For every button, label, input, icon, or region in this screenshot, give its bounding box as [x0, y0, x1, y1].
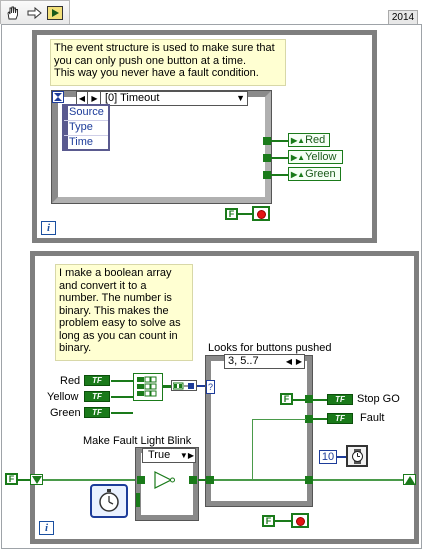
stopwatch-icon: [99, 489, 119, 512]
main-loop-iteration-terminal: i: [39, 521, 54, 535]
not-gate-icon: [154, 471, 175, 489]
event-field-time: Time: [69, 136, 94, 148]
blink-case-selector[interactable]: True ▼▶: [142, 448, 196, 463]
wait-ms-constant[interactable]: 10: [319, 450, 337, 464]
case-output-tunnel: [305, 476, 313, 484]
case-label: Looks for buttons pushed: [208, 342, 332, 354]
tunnel-yellow: [263, 154, 271, 162]
shift-register-init-constant[interactable]: F: [5, 473, 18, 485]
build-array-node[interactable]: [133, 373, 163, 401]
event-case-label: [0] Timeout: [105, 92, 160, 104]
blink-input-tunnel: [137, 476, 145, 484]
blink-case-label: Make Fault Light Blink: [83, 435, 192, 447]
case-false-constant[interactable]: F: [280, 393, 293, 405]
blink-output-tunnel: [189, 476, 197, 484]
main-stop-constant[interactable]: F: [262, 515, 275, 527]
boolean-array-to-number-node[interactable]: [171, 380, 197, 391]
build-array-icon: [137, 376, 157, 397]
not-gate-node[interactable]: [153, 469, 175, 491]
local-var-red[interactable]: ▶▲Red: [288, 133, 330, 147]
case-next-icon[interactable]: ▶: [296, 355, 302, 368]
run-arrow-icon[interactable]: [47, 6, 63, 20]
blink-case-arrows-icon[interactable]: ▼▶: [180, 449, 194, 462]
loop-iteration-terminal: i: [41, 221, 56, 235]
fault-indicator[interactable]: TF: [327, 413, 353, 424]
version-tab: 2014: [388, 10, 418, 25]
down-triangle-icon: [32, 476, 42, 484]
input-label-green: Green: [50, 407, 81, 419]
yellow-button-terminal[interactable]: TF: [84, 391, 110, 402]
fault-label: Fault: [360, 412, 385, 424]
main-stop-icon: [296, 517, 305, 526]
timeout-hourglass-icon: [52, 91, 64, 103]
buttons-case-value: 3, 5..7: [228, 355, 259, 367]
event-comment: The event structure is used to make sure…: [50, 39, 286, 86]
buttons-case-selector[interactable]: 3, 5..7 ◀ ▶: [224, 354, 305, 369]
tunnel-red: [263, 137, 271, 145]
event-stop-constant[interactable]: F: [225, 208, 238, 220]
event-data-node: Source Type Time: [62, 104, 110, 151]
blink-case-value: True: [148, 449, 171, 461]
case-input-tunnel: [206, 476, 214, 484]
input-label-red: Red: [60, 375, 81, 387]
stop-go-label: Stop GO: [357, 393, 400, 405]
wristwatch-icon: [352, 449, 363, 464]
case-prev-icon[interactable]: ◀: [286, 355, 292, 368]
fault-tunnel: [305, 415, 313, 423]
stop-go-indicator[interactable]: TF: [327, 394, 353, 405]
toolbar: [0, 0, 70, 24]
elapsed-time-node[interactable]: [90, 484, 128, 518]
arrow-icon[interactable]: [27, 6, 43, 20]
local-var-yellow[interactable]: ▶▲Yellow: [288, 150, 343, 164]
shift-register-right[interactable]: [403, 474, 416, 485]
array-to-number-icon: [173, 382, 194, 390]
stop-icon: [257, 210, 266, 219]
tunnel-green: [263, 171, 271, 179]
buttons-case-structure[interactable]: [205, 355, 313, 507]
hand-tool-icon[interactable]: [5, 6, 21, 20]
shift-register-left[interactable]: [30, 474, 43, 485]
event-field-source: Source: [64, 106, 108, 121]
case-dropdown-icon[interactable]: ▼: [236, 92, 245, 105]
green-button-terminal[interactable]: TF: [84, 407, 110, 418]
local-var-green[interactable]: ▶▲Green: [288, 167, 341, 181]
case-selector-terminal[interactable]: ?: [206, 380, 215, 394]
stop-go-tunnel: [305, 395, 313, 403]
main-loop-stop-terminal[interactable]: [291, 513, 309, 528]
event-loop-stop-terminal[interactable]: [252, 206, 270, 221]
wait-ms-node[interactable]: [346, 445, 368, 467]
red-button-terminal[interactable]: TF: [84, 375, 110, 386]
main-comment: I make a boolean array and convert it to…: [55, 264, 193, 361]
input-label-yellow: Yellow: [47, 391, 79, 403]
event-field-type: Type: [64, 121, 108, 136]
up-triangle-icon: [405, 476, 415, 484]
